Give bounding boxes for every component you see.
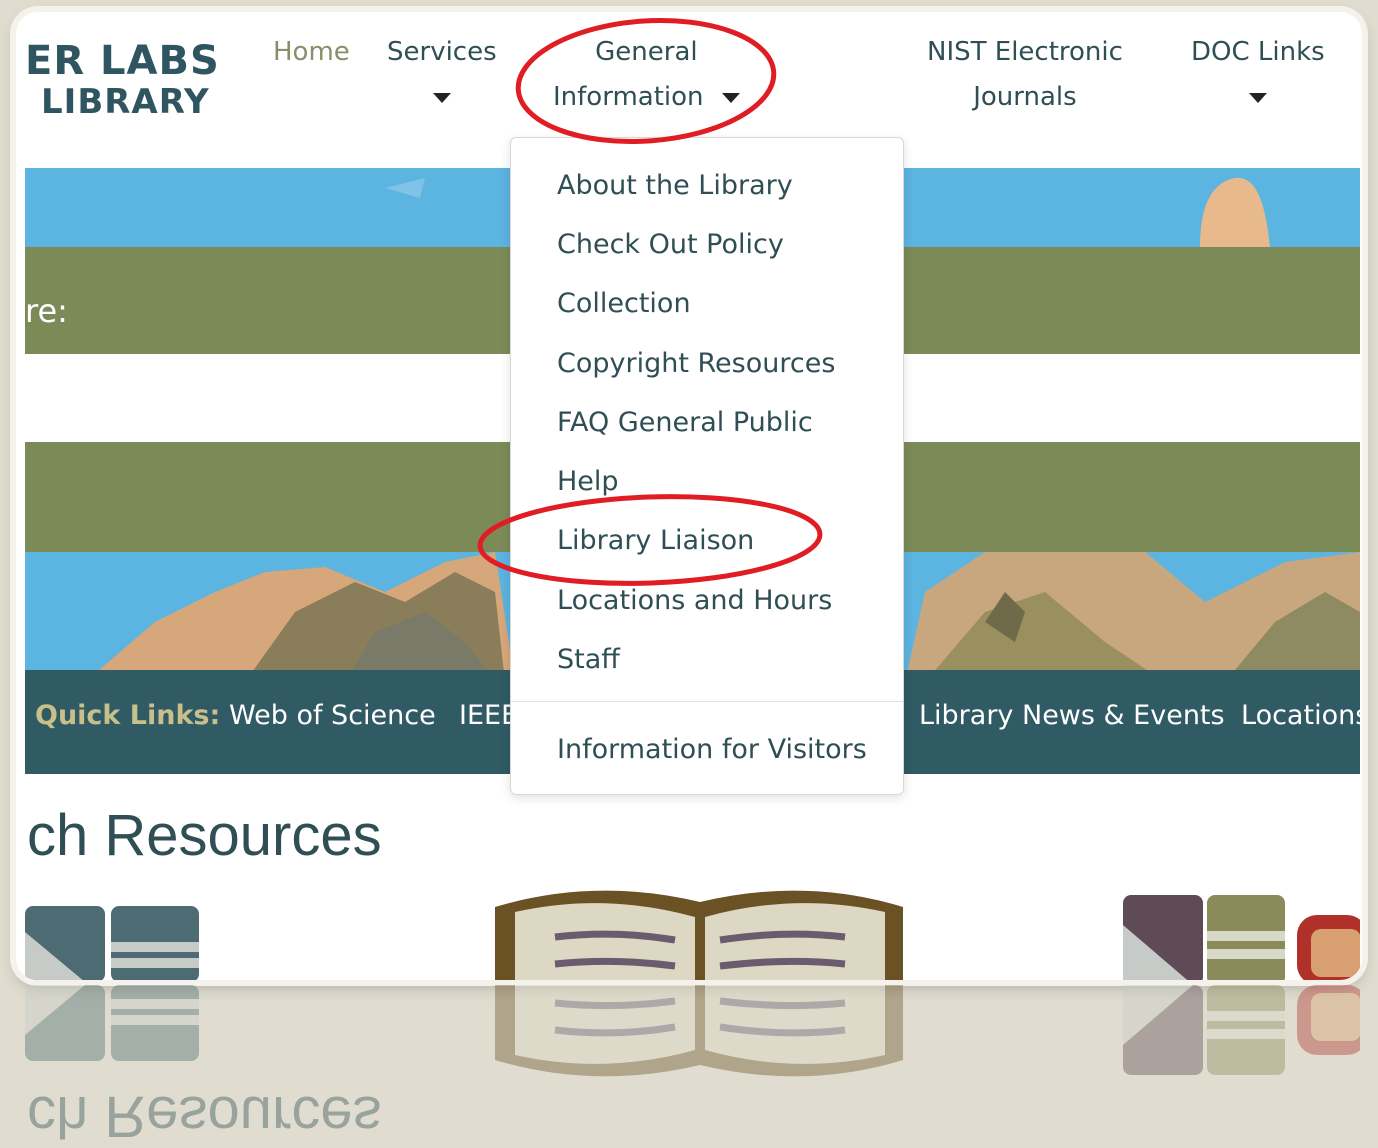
menu-item-collection[interactable]: Collection (557, 288, 691, 319)
chevron-down-icon (721, 92, 740, 103)
books-icon (25, 906, 199, 980)
open-book-icon (495, 890, 903, 980)
nav-doc-links[interactable]: DOC Links (1191, 30, 1325, 120)
menu-item-check-out-policy[interactable]: Check Out Policy (557, 229, 784, 260)
book-stack-icon-reflection (1123, 985, 1360, 1075)
banner-text: re: (25, 292, 68, 330)
nav-services-label: Services (387, 37, 497, 67)
books-icon-reflection (25, 985, 199, 1061)
quick-link-library-news-events[interactable]: Library News & Events (919, 700, 1225, 731)
menu-item-staff[interactable]: Staff (557, 644, 620, 675)
page-content: ER LABS LIBRARY Home Services General In… (25, 12, 1360, 980)
quick-link-locations[interactable]: Locations (1241, 700, 1360, 731)
nav-general-information-line1: General (595, 37, 698, 67)
open-book-icon-reflection (495, 985, 903, 1077)
nav-nist-line1: NIST Electronic (927, 37, 1123, 67)
menu-item-information-for-visitors[interactable]: Information for Visitors (557, 734, 867, 765)
nav-services[interactable]: Services (387, 30, 497, 120)
nav-doc-links-label: DOC Links (1191, 37, 1325, 67)
menu-divider (511, 701, 903, 702)
section-title: ch Resources (27, 803, 382, 868)
menu-item-help[interactable]: Help (557, 466, 619, 497)
nav-nist-electronic-journals[interactable]: NIST Electronic Journals (927, 30, 1123, 120)
menu-item-about-the-library[interactable]: About the Library (557, 170, 793, 201)
browser-frame: ER LABS LIBRARY Home Services General In… (16, 12, 1362, 980)
section-title-reflection: ch Resources (27, 1084, 382, 1148)
screenshot-reflection: ch Resources (16, 985, 1362, 1148)
general-information-dropdown: About the Library Check Out Policy Colle… (510, 137, 904, 795)
menu-item-library-liaison[interactable]: Library Liaison (557, 525, 754, 556)
nav-general-information[interactable]: General Information (553, 30, 740, 120)
nav-home-label: Home (273, 37, 350, 67)
chevron-down-icon (1248, 92, 1267, 103)
quick-link-web-of-science[interactable]: Web of Science (229, 700, 436, 731)
nav-nist-line2: Journals (973, 82, 1077, 112)
menu-item-copyright-resources[interactable]: Copyright Resources (557, 348, 835, 379)
logo-line-1: ER LABS (25, 38, 220, 84)
nav-general-information-line2: Information (553, 82, 704, 112)
nav-home[interactable]: Home (273, 30, 350, 75)
logo-line-2: LIBRARY (41, 82, 210, 122)
book-stack-icon (1123, 895, 1360, 980)
menu-item-faq-general-public[interactable]: FAQ General Public (557, 407, 813, 438)
quick-links-label: Quick Links: (35, 700, 221, 731)
menu-item-locations-and-hours[interactable]: Locations and Hours (557, 585, 832, 616)
chevron-down-icon (432, 92, 451, 103)
